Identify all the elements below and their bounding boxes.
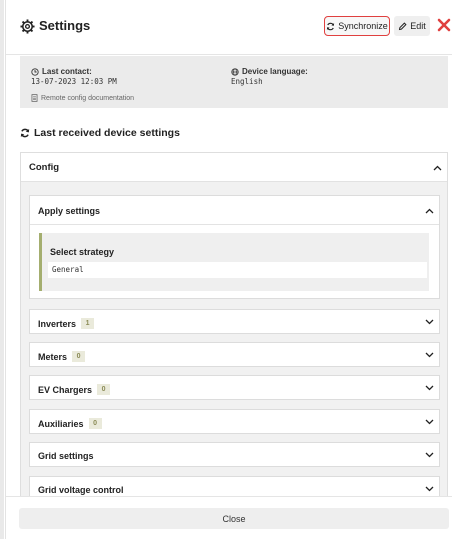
- grid-voltage-control-label: Grid voltage control: [38, 485, 124, 495]
- grid-settings-label: Grid settings: [38, 451, 94, 461]
- device-language-value: English: [231, 77, 263, 86]
- settings-modal: Settings Synchronize Edit Last contact: …: [5, 0, 452, 540]
- chevron-up-icon: [425, 208, 434, 214]
- config-accordion: Config Apply settings Select strategy Ge…: [20, 152, 448, 512]
- edit-button[interactable]: Edit: [394, 16, 430, 36]
- clock-icon: [31, 67, 39, 76]
- last-contact-value: 13-07-2023 12:03 PM: [31, 77, 117, 86]
- apply-settings-title: Apply settings: [38, 206, 101, 216]
- gear-icon: [20, 19, 35, 34]
- edit-label: Edit: [410, 21, 426, 31]
- modal-header: Settings Synchronize Edit: [6, 0, 452, 55]
- close-button[interactable]: Close: [19, 508, 449, 529]
- device-info-panel: Last contact: 13-07-2023 12:03 PM Device…: [20, 56, 448, 108]
- accordion-grid-settings[interactable]: Grid settings: [29, 442, 440, 467]
- document-icon: [31, 94, 38, 102]
- close-label: Close: [222, 513, 246, 524]
- select-strategy-label: Select strategy: [50, 247, 115, 257]
- chevron-down-icon: [425, 352, 434, 358]
- chevron-down-icon: [425, 385, 434, 391]
- synchronize-button[interactable]: Synchronize: [324, 16, 390, 36]
- section-heading: Last received device settings: [20, 127, 180, 139]
- background-edge: [0, 0, 4, 539]
- modal-footer: Close: [6, 496, 452, 540]
- ev-chargers-label: EV Chargers: [38, 384, 93, 395]
- inverters-count-badge: 1: [81, 318, 95, 329]
- pencil-icon: [399, 21, 407, 30]
- modal-title: Settings: [39, 18, 91, 33]
- select-strategy-block: Select strategy General: [39, 233, 429, 291]
- synchronize-label: Synchronize: [338, 21, 388, 31]
- chevron-down-icon: [425, 486, 434, 492]
- inverters-label: Inverters: [38, 318, 77, 329]
- refresh-icon: [20, 128, 30, 138]
- auxiliaries-count-badge: 0: [88, 418, 102, 429]
- accordion-inverters[interactable]: Inverters 1: [29, 309, 440, 334]
- apply-settings-panel: Apply settings Select strategy General: [29, 195, 440, 299]
- remote-config-doc-link[interactable]: Remote config documentation: [31, 94, 134, 102]
- chevron-down-icon: [425, 319, 434, 325]
- accordion-ev-chargers[interactable]: EV Chargers 0: [29, 375, 440, 400]
- auxiliaries-label: Auxiliaries: [38, 418, 84, 429]
- device-language-label: Device language:: [231, 67, 308, 76]
- accordion-auxiliaries[interactable]: Auxiliaries 0: [29, 409, 440, 434]
- globe-icon: [231, 67, 239, 76]
- config-title: Config: [29, 162, 60, 173]
- close-icon[interactable]: [437, 17, 451, 33]
- apply-settings-header[interactable]: Apply settings: [30, 196, 439, 225]
- chevron-down-icon: [425, 452, 434, 458]
- chevron-down-icon: [425, 419, 434, 425]
- config-accordion-header[interactable]: Config: [21, 153, 447, 182]
- accordion-meters[interactable]: Meters 0: [29, 342, 440, 367]
- sync-icon: [327, 22, 335, 30]
- ev-chargers-count-badge: 0: [97, 384, 111, 395]
- chevron-up-icon: [433, 165, 442, 171]
- last-contact-label: Last contact:: [31, 67, 92, 76]
- meters-count-badge: 0: [72, 351, 86, 362]
- meters-label: Meters: [38, 351, 68, 362]
- strategy-value-field: General: [48, 262, 427, 278]
